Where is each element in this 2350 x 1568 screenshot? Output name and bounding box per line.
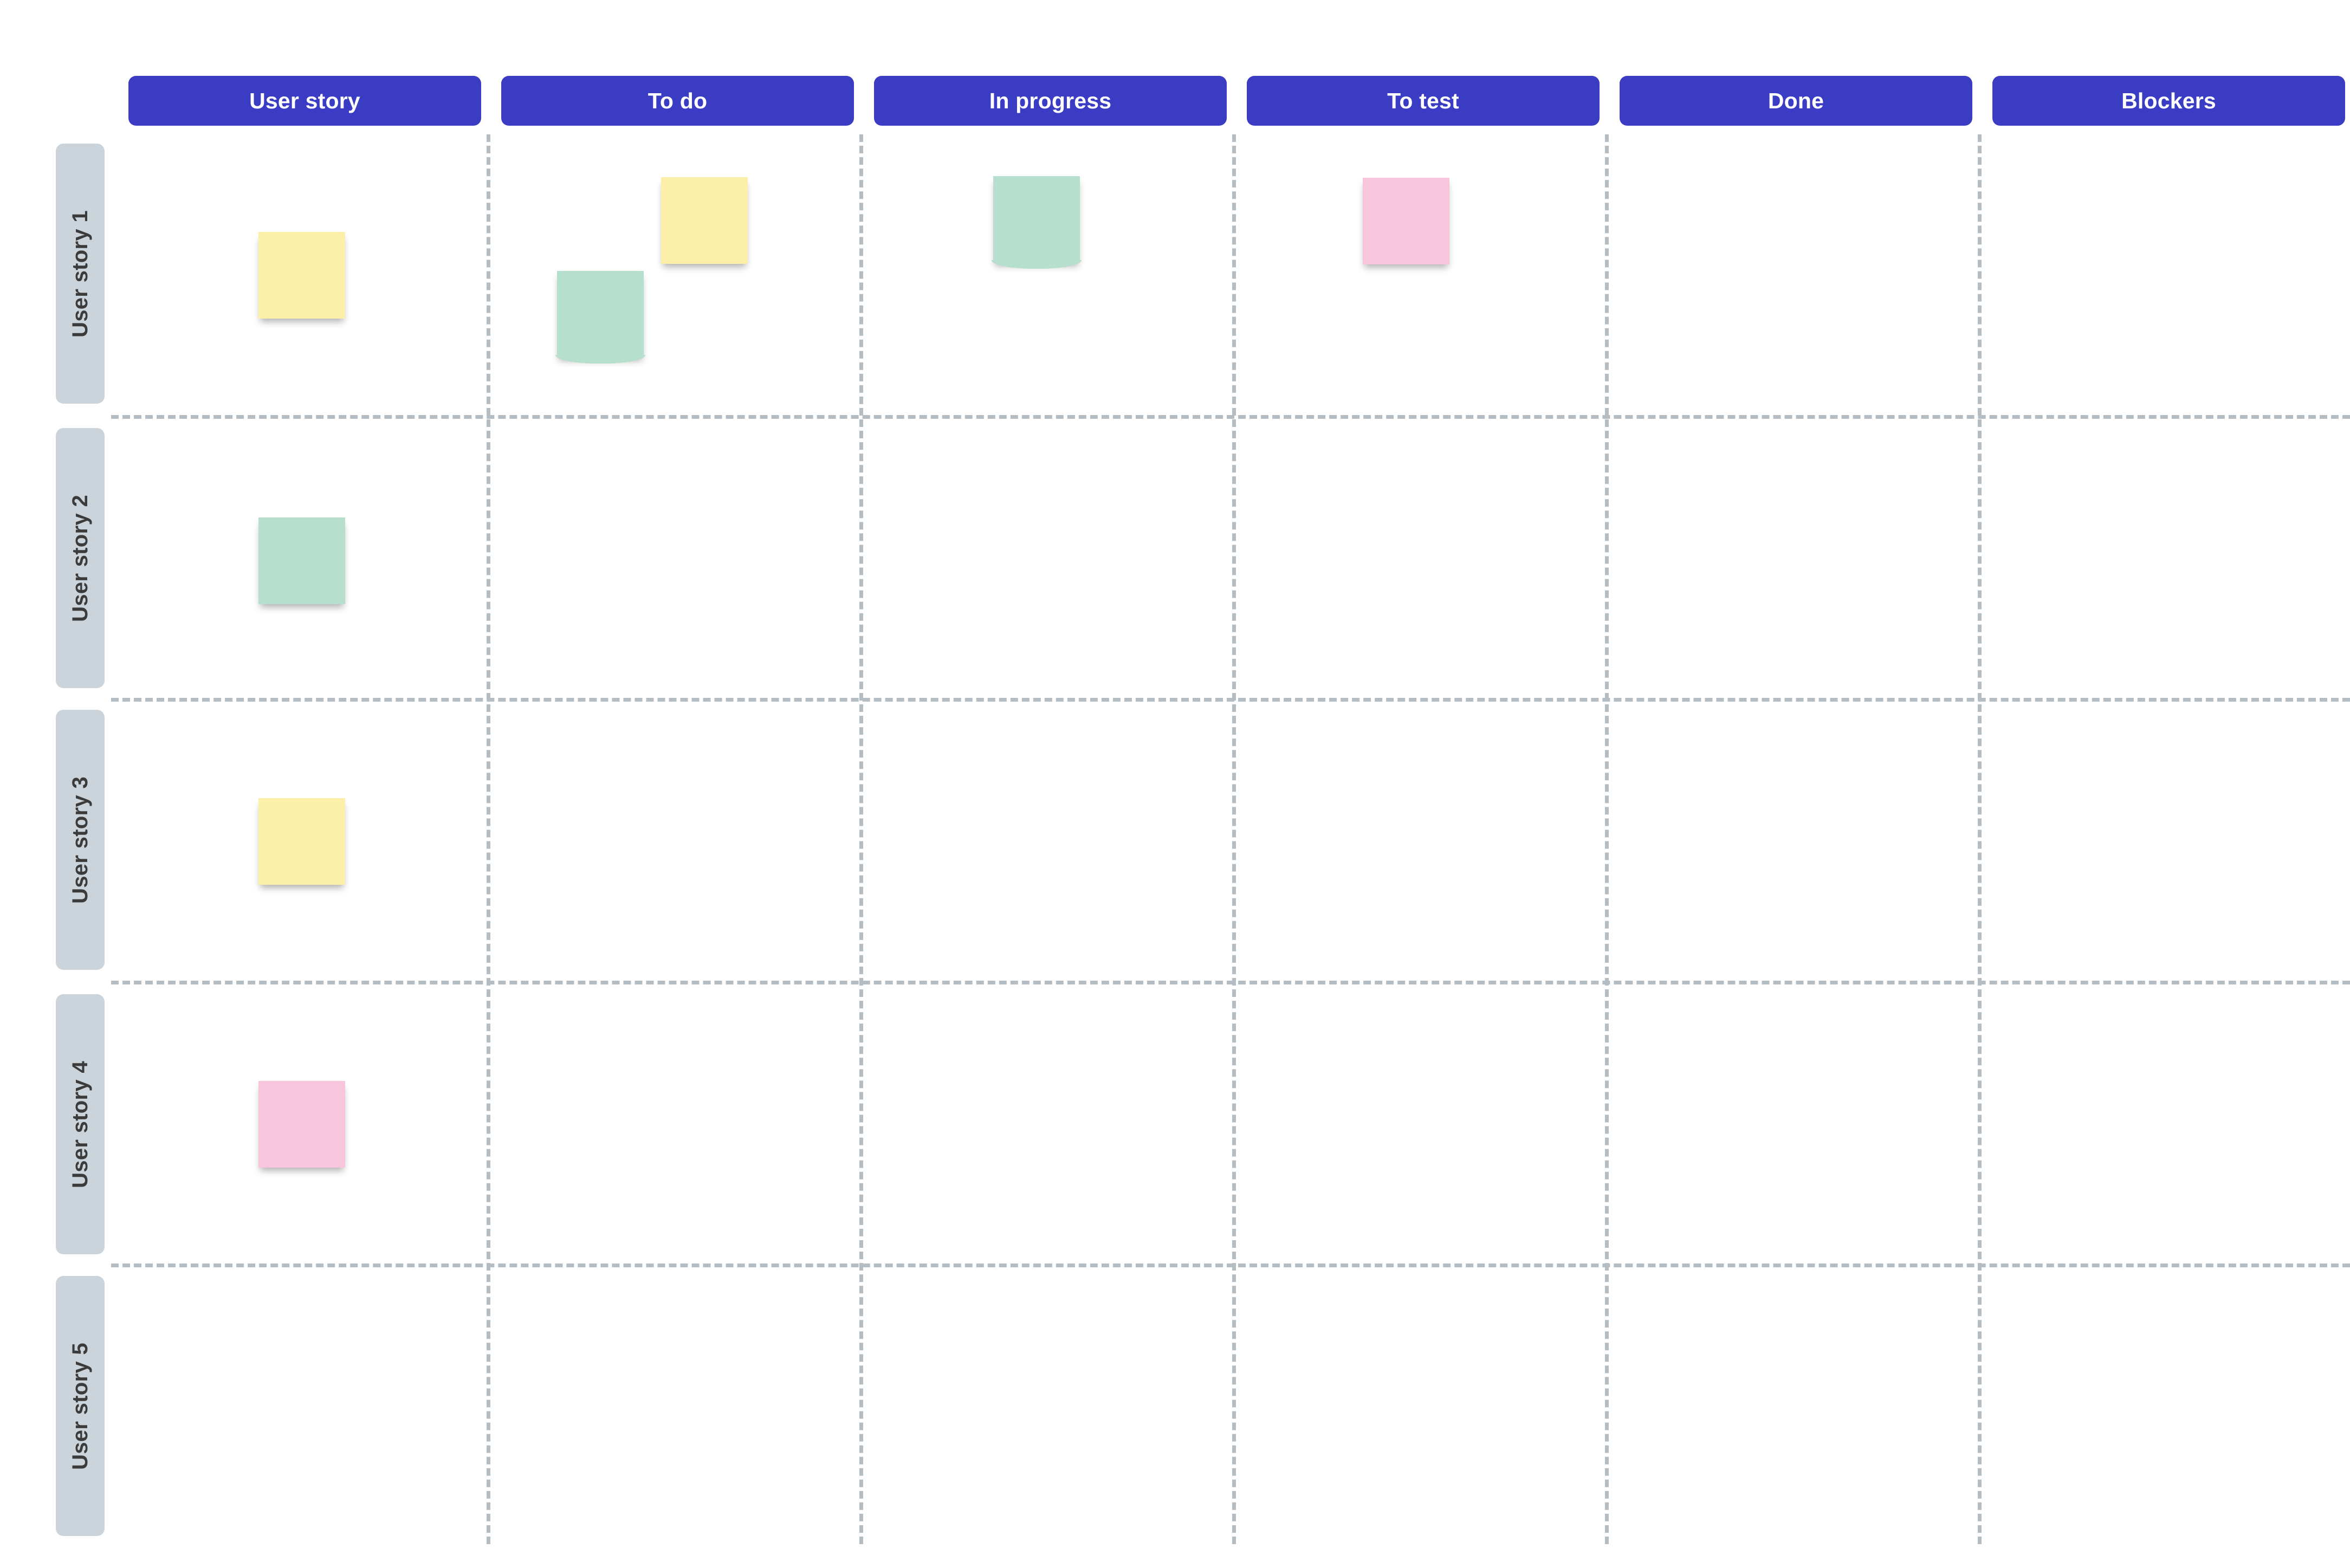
sticky-note[interactable] xyxy=(992,176,1082,269)
row-label-user-story-2[interactable]: User story 2 xyxy=(56,428,105,688)
row-label-text: User story 4 xyxy=(68,1060,92,1188)
column-separator-3 xyxy=(1605,134,1609,1544)
column-header-label: In progress xyxy=(989,88,1112,113)
sticky-note[interactable] xyxy=(258,798,345,885)
column-header-label: Blockers xyxy=(2121,88,2216,113)
row-label-user-story-3[interactable]: User story 3 xyxy=(56,710,105,970)
sticky-note[interactable] xyxy=(661,177,748,264)
column-header-label: To do xyxy=(648,88,708,113)
column-header-blockers[interactable]: Blockers xyxy=(1992,76,2345,126)
column-header-label: User story xyxy=(249,88,360,113)
sticky-note[interactable] xyxy=(555,271,645,364)
row-label-user-story-5[interactable]: User story 5 xyxy=(56,1276,105,1536)
column-header-label: To test xyxy=(1387,88,1459,113)
sticky-note[interactable] xyxy=(258,517,345,604)
row-label-text: User story 2 xyxy=(68,494,92,622)
row-label-user-story-4[interactable]: User story 4 xyxy=(56,994,105,1254)
kanban-board: User story To do In progress To test Don… xyxy=(0,0,2350,1568)
row-separator-3 xyxy=(111,1264,2350,1267)
sticky-note[interactable] xyxy=(258,1081,345,1168)
row-label-text: User story 3 xyxy=(68,776,92,904)
row-label-text: User story 1 xyxy=(68,210,92,338)
row-separator-2 xyxy=(111,981,2350,984)
column-separator-4 xyxy=(1978,134,1982,1544)
column-header-user-story[interactable]: User story xyxy=(128,76,481,126)
column-header-label: Done xyxy=(1768,88,1824,113)
column-separator-1 xyxy=(859,134,863,1544)
column-header-in-progress[interactable]: In progress xyxy=(874,76,1227,126)
row-label-user-story-1[interactable]: User story 1 xyxy=(56,144,105,404)
row-separator-1 xyxy=(111,698,2350,702)
sticky-note[interactable] xyxy=(1363,178,1449,264)
column-separator-0 xyxy=(487,134,490,1544)
column-header-done[interactable]: Done xyxy=(1620,76,1972,126)
sticky-note[interactable] xyxy=(258,232,345,319)
row-separator-0 xyxy=(111,415,2350,419)
column-header-to-test[interactable]: To test xyxy=(1247,76,1600,126)
row-label-text: User story 5 xyxy=(68,1342,92,1470)
column-header-to-do[interactable]: To do xyxy=(501,76,854,126)
column-separator-2 xyxy=(1232,134,1236,1544)
